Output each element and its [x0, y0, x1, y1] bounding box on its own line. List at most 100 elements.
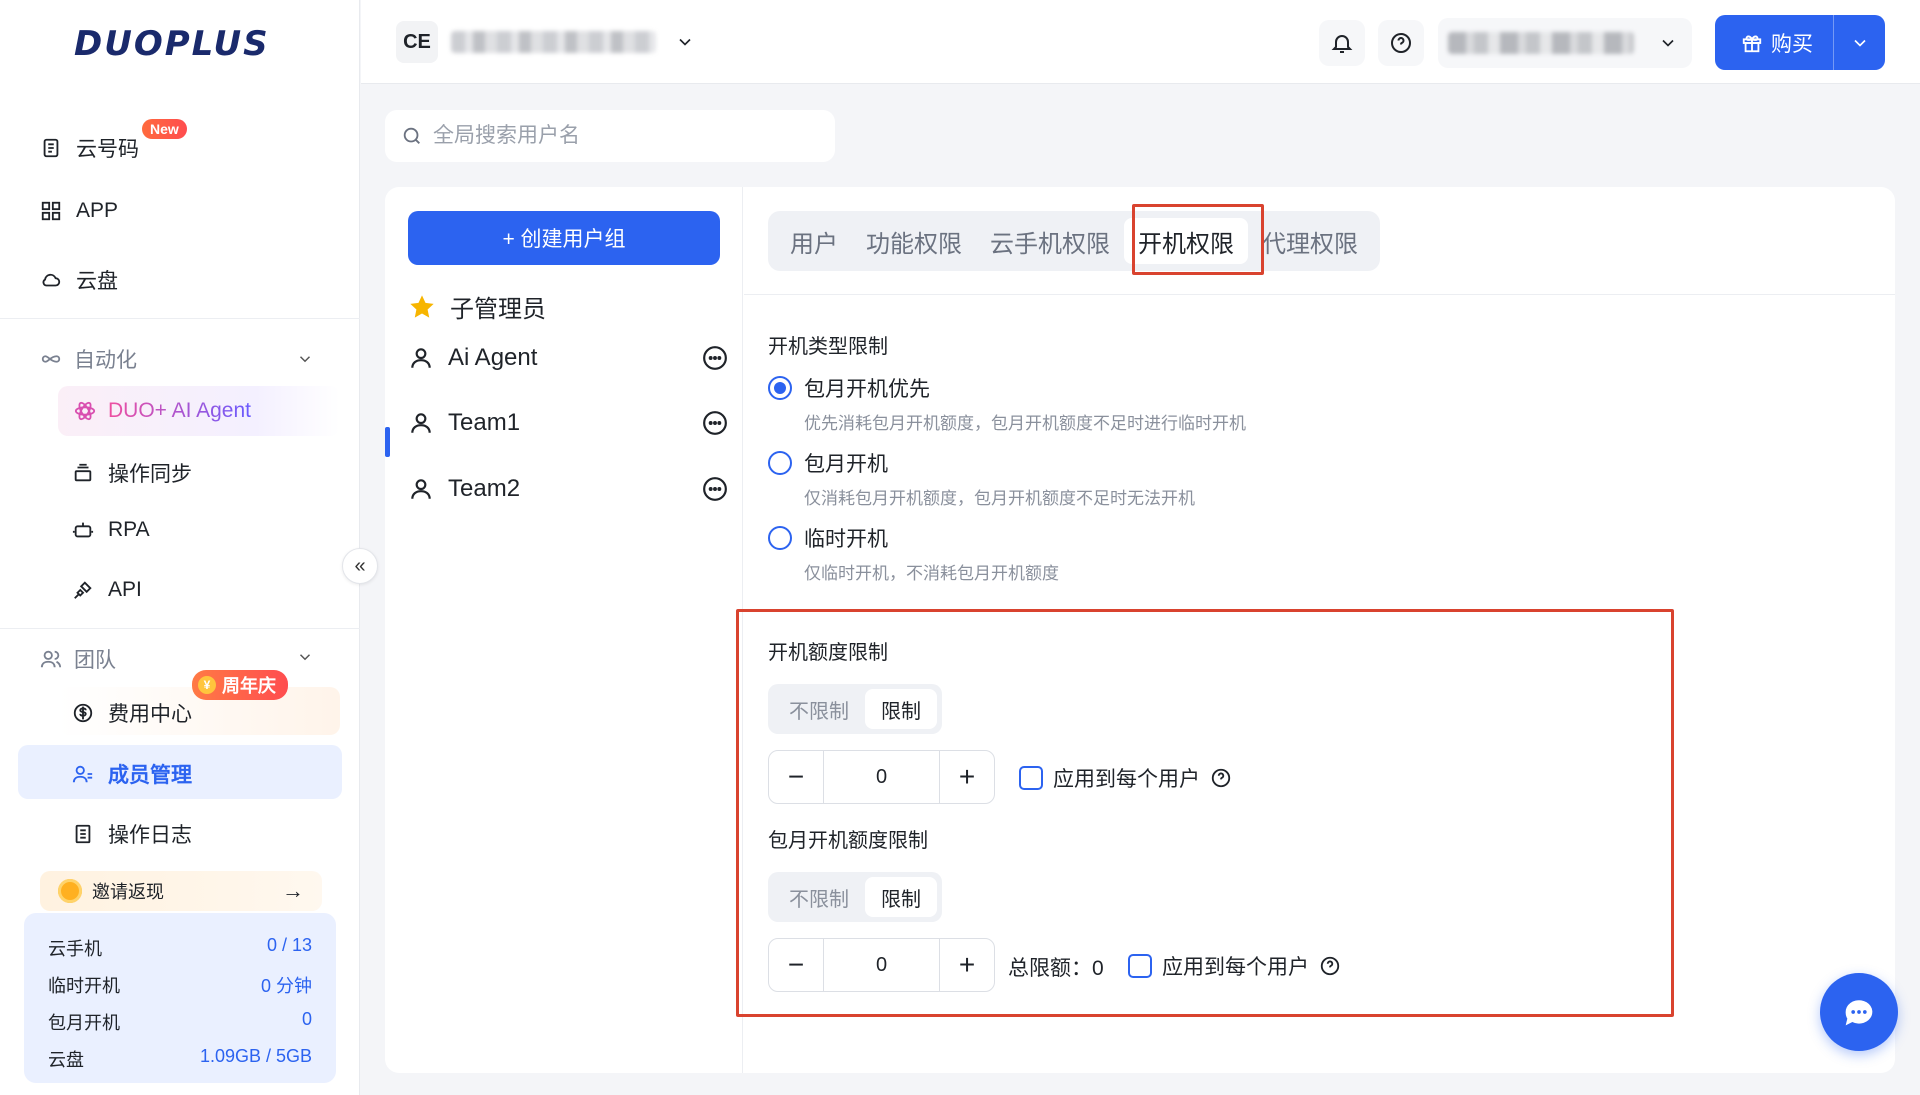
permission-tabs: 用户 功能权限 云手机权限 开机权限 代理权限 [768, 211, 1380, 271]
sidebar-item-label: RPA [108, 518, 150, 541]
workspace-avatar[interactable]: CE [396, 21, 438, 63]
sidebar-item-label: API [108, 578, 142, 601]
stat-row: 临时开机 0 分钟 [48, 972, 312, 998]
sidebar-item-ai-agent[interactable]: DUO+ AI Agent [58, 386, 340, 436]
radio-option-temporary[interactable]: 临时开机 仅临时开机，不消耗包月开机额度 [768, 523, 1059, 584]
user-icon [411, 479, 431, 499]
group-label: Ai Agent [448, 344, 538, 371]
radio-description: 仅消耗包月开机额度，包月开机额度不足时无法开机 [804, 489, 1195, 508]
logo[interactable]: DUOPLUS [74, 24, 270, 64]
quantity-input[interactable]: 0 [823, 938, 940, 992]
total-limit: 总限额：0 [1008, 957, 1104, 980]
segment-unlimited[interactable]: 不限制 [773, 689, 865, 729]
sidebar-item-label: 操作日志 [108, 824, 192, 847]
segment-unlimited[interactable]: 不限制 [773, 877, 865, 917]
stat-row: 云盘 1.09GB / 5GB [48, 1046, 312, 1072]
group-label: 子管理员 [450, 296, 546, 323]
sync-stack-icon [74, 463, 92, 482]
radio-description: 仅临时开机，不消耗包月开机额度 [804, 564, 1059, 583]
checkbox[interactable] [1019, 766, 1043, 790]
sidebar-item-billing[interactable]: 费用中心 [72, 698, 192, 728]
collapse-sidebar-button[interactable]: « [342, 548, 378, 584]
group-item[interactable]: Team2 [408, 475, 728, 503]
invite-label: 邀请返现 [92, 882, 164, 902]
sidebar-item-sync[interactable]: 操作同步 [72, 458, 192, 488]
help-icon[interactable] [1319, 955, 1341, 977]
global-search[interactable] [385, 110, 835, 162]
gift-icon [1742, 35, 1762, 52]
tab-feature-permissions[interactable]: 功能权限 [852, 218, 976, 264]
checkbox[interactable] [1128, 954, 1152, 978]
sidebar-item-cloud-disk[interactable]: 云盘 [40, 265, 118, 295]
segment-limited[interactable]: 限制 [865, 877, 937, 917]
sidebar-group-team[interactable]: 团队 [40, 644, 116, 674]
dollar-icon [73, 703, 93, 723]
team-icon [40, 650, 62, 668]
cloud-icon [42, 273, 61, 287]
tab-highlight-annotation [1132, 204, 1264, 275]
help-icon[interactable] [1210, 767, 1232, 789]
sidebar-item-cloud-number[interactable]: 云号码 [40, 133, 139, 163]
help-button[interactable] [1378, 20, 1424, 66]
invite-cashback[interactable]: 邀请返现 → [40, 871, 322, 911]
account-switcher[interactable] [1438, 18, 1692, 68]
stat-label: 临时开机 [48, 976, 120, 996]
buy-button[interactable]: 购买 [1715, 28, 1833, 58]
sidebar-item-members[interactable]: 成员管理 [72, 759, 192, 789]
anniversary-badge: ¥ 周年庆 [192, 670, 288, 700]
sidebar-item-api[interactable]: API [72, 578, 142, 602]
sidebar-item-logs[interactable]: 操作日志 [72, 819, 192, 849]
group-label: Team1 [448, 409, 521, 436]
user-group-list: + 创建用户组 子管理员 Ai Agent Team1 Team2 [385, 187, 743, 1073]
radio-button[interactable] [768, 451, 792, 475]
segment-limited[interactable]: 限制 [865, 689, 937, 729]
usage-stats: 云手机 0 / 13 临时开机 0 分钟 包月开机 0 云盘 1.09GB / 5GB [24, 913, 336, 1083]
buy-label: 购买 [1771, 32, 1813, 56]
notification-button[interactable] [1319, 20, 1365, 66]
tab-proxy-permissions[interactable]: 代理权限 [1248, 218, 1372, 264]
chat-support-button[interactable] [1820, 973, 1898, 1051]
sidebar-item-app[interactable]: APP [40, 199, 118, 223]
chevron-down-icon[interactable] [675, 32, 695, 52]
group-item[interactable]: Ai Agent [408, 344, 728, 372]
chat-icon [1845, 1000, 1873, 1026]
chevron-down-icon [1662, 39, 1674, 47]
phone-card-icon [43, 138, 59, 158]
search-input[interactable] [433, 124, 793, 148]
radio-button[interactable] [768, 376, 792, 400]
sidebar-item-label: 费用中心 [108, 703, 192, 726]
coin-icon: ¥ [198, 676, 216, 694]
decrement-button[interactable]: − [769, 750, 823, 804]
user-icon [411, 413, 431, 433]
group-item[interactable]: Team1 [408, 409, 728, 437]
divider [0, 318, 360, 319]
decrement-button[interactable]: − [769, 938, 823, 992]
apply-to-each-user[interactable]: 应用到每个用户 [1128, 951, 1341, 981]
more-icon[interactable] [702, 410, 728, 436]
sidebar-group-automation[interactable]: 自动化 [40, 344, 137, 374]
more-icon[interactable] [702, 345, 728, 371]
increment-button[interactable]: + [940, 938, 994, 992]
chevron-down-icon[interactable] [296, 350, 314, 368]
sidebar-item-label: 操作同步 [108, 463, 192, 486]
stat-value: 0 / 13 [266, 935, 312, 955]
group-item-sub-admin[interactable]: 子管理员 [408, 289, 728, 324]
more-icon[interactable] [702, 476, 728, 502]
sidebar-item-rpa[interactable]: RPA [72, 518, 150, 542]
radio-option-monthly-first[interactable]: 包月开机优先 优先消耗包月开机额度，包月开机额度不足时进行临时开机 [768, 373, 1246, 434]
log-icon [75, 824, 91, 844]
radio-option-monthly[interactable]: 包月开机 仅消耗包月开机额度，包月开机额度不足时无法开机 [768, 448, 1195, 509]
radio-button[interactable] [768, 526, 792, 550]
buy-dropdown-button[interactable] [1834, 33, 1885, 53]
tab-users[interactable]: 用户 [776, 218, 852, 264]
apply-to-each-user[interactable]: 应用到每个用户 [1019, 763, 1232, 793]
chevron-down-icon[interactable] [296, 648, 314, 666]
member-icon [72, 765, 93, 783]
quantity-input[interactable]: 0 [823, 750, 940, 804]
tab-cloud-phone-permissions[interactable]: 云手机权限 [976, 218, 1124, 264]
workspace-name-redacted[interactable] [451, 31, 656, 53]
increment-button[interactable]: + [940, 750, 994, 804]
stat-row: 包月开机 0 [48, 1009, 312, 1035]
robot-icon [72, 522, 94, 538]
create-group-button[interactable]: + 创建用户组 [408, 211, 720, 265]
